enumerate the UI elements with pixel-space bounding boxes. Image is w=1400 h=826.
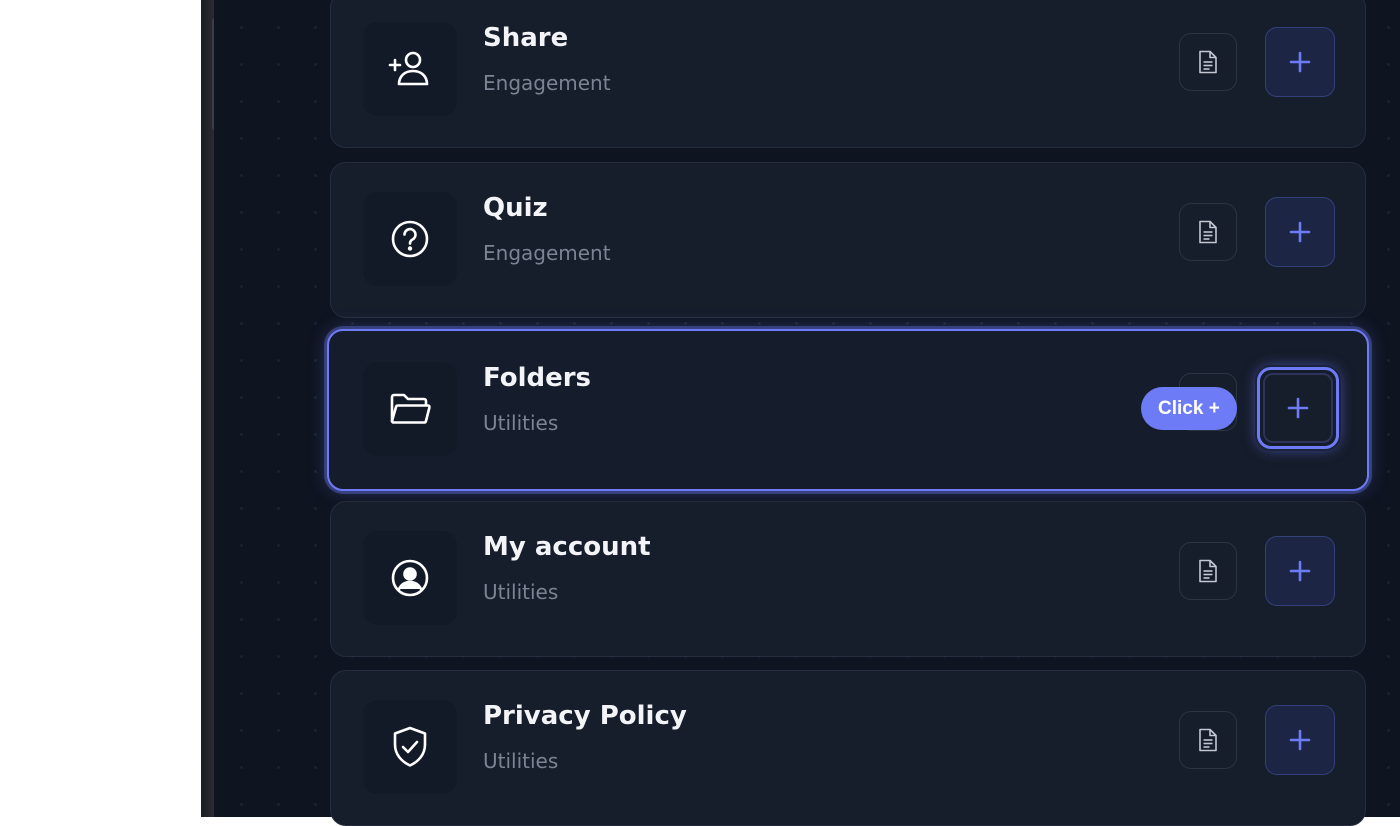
card-category: Engagement [483,241,611,265]
add-button[interactable] [1265,27,1335,97]
card-category: Utilities [483,749,559,773]
card-category: Utilities [483,411,559,435]
add-button[interactable] [1265,197,1335,267]
plus-icon [1289,729,1311,751]
add-user-icon [363,22,457,116]
blank-panel [0,0,201,817]
details-button[interactable] [1179,711,1237,769]
folder-open-icon [363,362,457,456]
document-icon [1199,559,1217,583]
module-card-privacy-policy[interactable]: Privacy Policy Utilities [330,670,1366,826]
plus-icon [1287,397,1309,419]
card-category: Engagement [483,71,611,95]
document-icon [1199,50,1217,74]
document-icon [1199,728,1217,752]
card-title: My account [483,532,651,562]
plus-icon [1289,51,1311,73]
add-button[interactable] [1265,705,1335,775]
details-button[interactable] [1179,203,1237,261]
module-card-share[interactable]: Share Engagement [330,0,1366,148]
details-button[interactable] [1179,33,1237,91]
card-category: Utilities [483,580,559,604]
question-circle-icon [363,192,457,286]
details-button[interactable] [1179,542,1237,600]
module-card-folders[interactable]: Folders Utilities Click + [327,329,1369,491]
module-card-my-account[interactable]: My account Utilities [330,501,1366,657]
add-button[interactable] [1257,367,1339,449]
card-title: Privacy Policy [483,701,687,731]
plus-icon [1289,221,1311,243]
tooltip-click-plus: Click + [1141,387,1237,430]
card-title: Folders [483,363,592,393]
document-icon [1199,220,1217,244]
card-title: Quiz [483,193,548,223]
add-button[interactable] [1265,536,1335,606]
user-circle-icon [363,531,457,625]
card-title: Share [483,23,569,53]
shield-check-icon [363,700,457,794]
plus-icon [1289,560,1311,582]
module-card-quiz[interactable]: Quiz Engagement [330,162,1366,318]
